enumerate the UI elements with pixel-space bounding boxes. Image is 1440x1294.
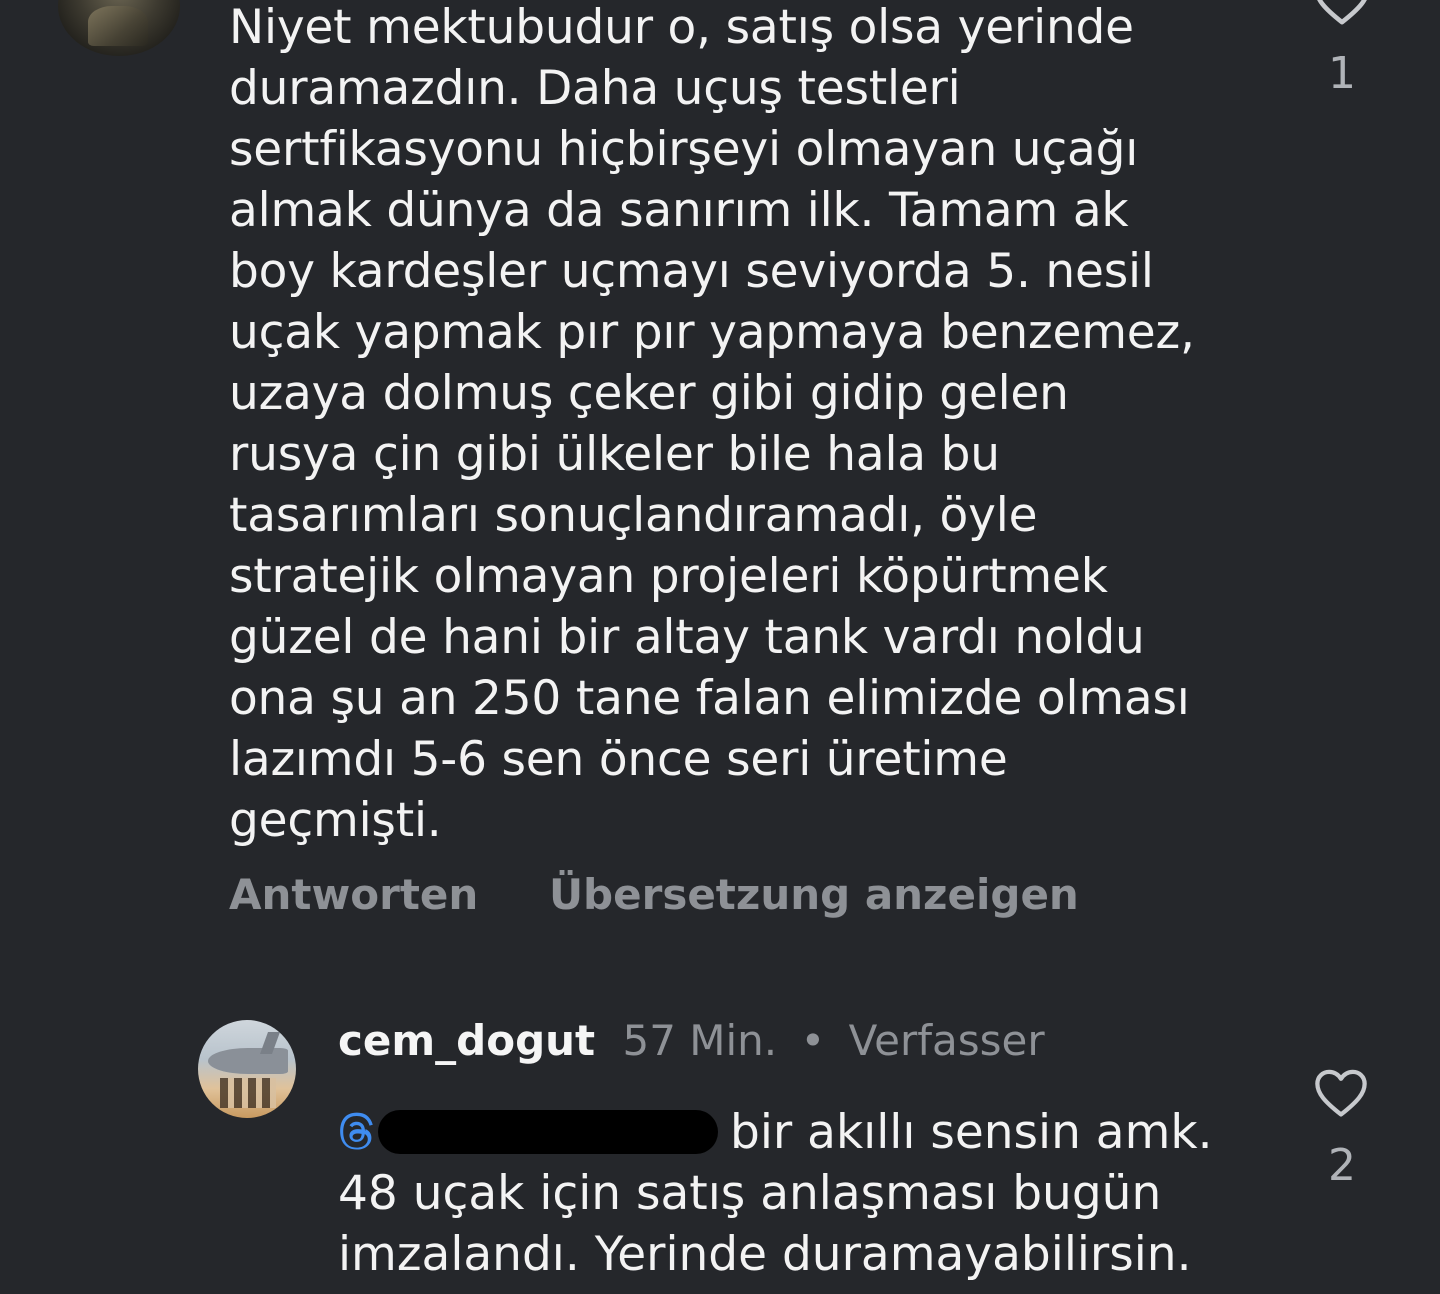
comment-actions: Antworten Übersetzung anzeigen xyxy=(229,870,1079,919)
like-count: 2 xyxy=(1328,1140,1356,1191)
like-count: 1 xyxy=(1328,48,1356,99)
comment-header: cem_dogut 57 Min. • Verfasser xyxy=(338,1016,1045,1065)
avatar-image xyxy=(208,1048,288,1074)
heart-icon[interactable] xyxy=(1312,1066,1370,1118)
comment-text-rest: 48 uçak için satış anlaşması bugün imzal… xyxy=(338,1166,1192,1282)
translate-button[interactable]: Übersetzung anzeigen xyxy=(549,870,1079,919)
redacted-mention xyxy=(378,1110,718,1154)
avatar[interactable] xyxy=(198,1020,296,1118)
heart-icon[interactable] xyxy=(1310,0,1374,26)
avatar[interactable] xyxy=(58,0,180,56)
separator: • xyxy=(800,1016,826,1065)
timestamp: 57 Min. xyxy=(622,1016,778,1065)
threads-at-icon[interactable] xyxy=(338,1112,378,1152)
comment-text: bir akıllı sensin amk. 48 uçak için satı… xyxy=(338,1102,1278,1285)
comment-text-line1: bir akıllı sensin amk. xyxy=(730,1105,1213,1160)
username[interactable]: cem_dogut xyxy=(338,1016,595,1065)
author-badge: Verfasser xyxy=(848,1016,1045,1065)
comment-text: Niyet mektubudur o, satış olsa yerinde d… xyxy=(229,0,1195,848)
reply-button[interactable]: Antworten xyxy=(229,870,478,919)
